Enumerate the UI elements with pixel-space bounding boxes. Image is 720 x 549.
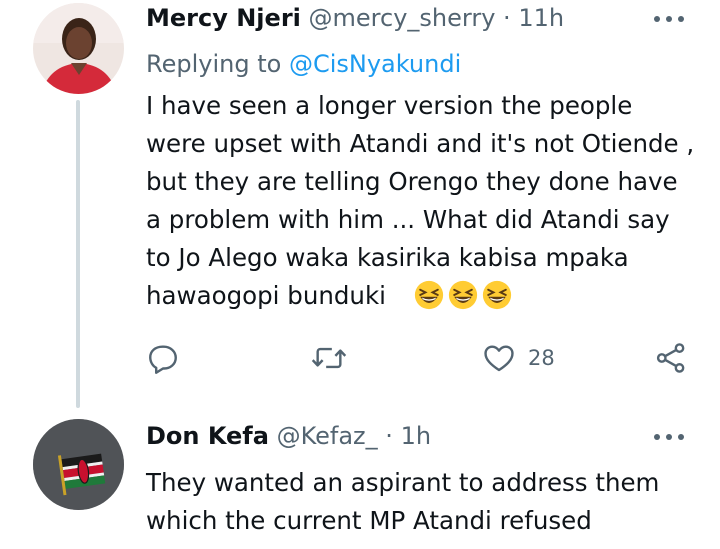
tweet-header: Mercy Njeri @mercy_sherry · 11h: [146, 2, 564, 34]
replying-to: Replying to @CisNyakundi: [146, 48, 461, 80]
avatar-mercy-njeri[interactable]: [33, 3, 124, 94]
share-button[interactable]: [654, 338, 688, 378]
tweet-text: I have seen a longer version the people …: [146, 87, 706, 315]
tweet-text-line: hawaogopi bunduki: [146, 281, 386, 310]
display-name[interactable]: Don Kefa: [146, 422, 269, 450]
avatar-don-kefa[interactable]: [33, 419, 124, 510]
tweet-text-line: to Jo Alego waka kasirika kabisa mpaka: [146, 243, 629, 272]
reply-button[interactable]: [146, 338, 180, 378]
grinning-squinting-face-icon: [482, 280, 511, 310]
timestamp[interactable]: 1h: [401, 422, 431, 450]
tweet-actions: 28: [146, 338, 696, 378]
tweet-text-line: but they are telling Orengo they done ha…: [146, 167, 678, 196]
separator-dot: ·: [503, 4, 511, 32]
grinning-squinting-face-icon: [448, 280, 477, 310]
replying-to-label: Replying to: [146, 50, 282, 78]
more-options-icon[interactable]: [654, 14, 684, 24]
retweet-button[interactable]: [310, 338, 348, 378]
tweet-text-line: were upset with Atandi and it's not Otie…: [146, 129, 695, 158]
like-button[interactable]: 28: [482, 338, 555, 378]
retweet-icon: [311, 347, 347, 369]
grinning-squinting-face-icon: [414, 280, 443, 310]
reply-icon: [149, 345, 177, 374]
like-count: 28: [528, 346, 555, 370]
separator-dot: ·: [385, 422, 393, 450]
display-name[interactable]: Mercy Njeri: [146, 4, 301, 32]
more-options-icon[interactable]: [654, 432, 684, 442]
tweet-text-line: which the current MP Atandi refused: [146, 506, 592, 535]
tweet-text-line: I have seen a longer version the people: [146, 91, 633, 120]
thread-connector-line: [76, 100, 80, 408]
user-handle[interactable]: @Kefaz_: [277, 422, 378, 450]
heart-icon: [484, 345, 514, 372]
tweet-text-line: a problem with him ... What did Atandi s…: [146, 205, 670, 234]
tweet-header: Don Kefa @Kefaz_ · 1h: [146, 420, 431, 452]
replying-to-mention[interactable]: @CisNyakundi: [289, 50, 461, 78]
tweet-text-line: They wanted an aspirant to address them: [146, 468, 660, 497]
timestamp[interactable]: 11h: [518, 4, 564, 32]
share-icon: [656, 343, 685, 373]
tweet-text-line-with-emoji: hawaogopi bunduki: [146, 277, 706, 315]
user-handle[interactable]: @mercy_sherry: [309, 4, 496, 32]
tweet-text: They wanted an aspirant to address them …: [146, 464, 706, 540]
